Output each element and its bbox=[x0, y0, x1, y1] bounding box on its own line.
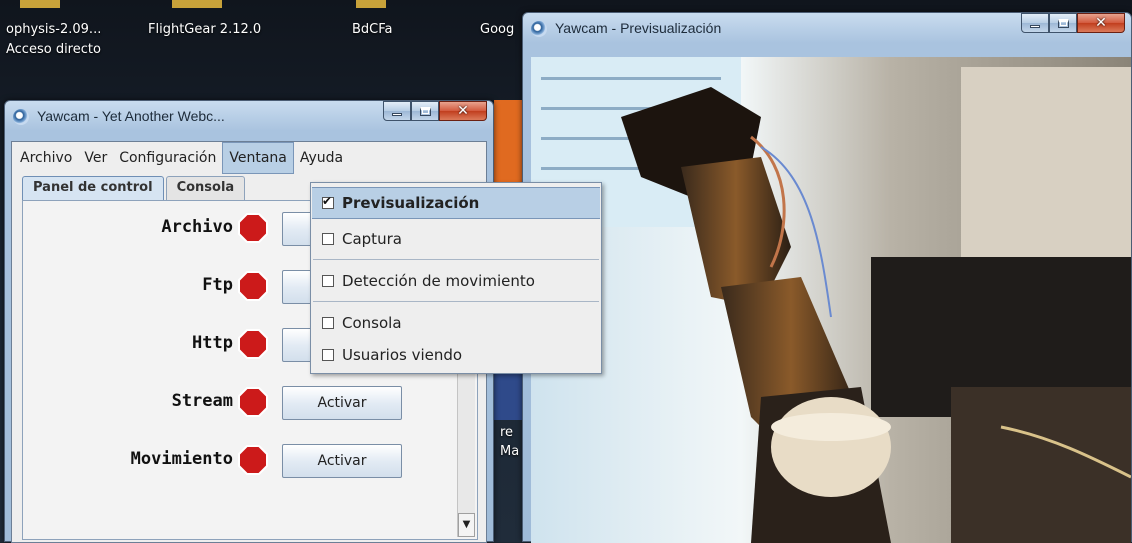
preview-window-title: Yawcam - Previsualización bbox=[555, 20, 722, 36]
maximize-icon bbox=[419, 106, 431, 116]
row-label: Movimiento bbox=[130, 449, 233, 469]
stop-status-icon bbox=[238, 445, 268, 475]
menu-item-label: Previsualización bbox=[342, 194, 480, 212]
yawcam-app-icon bbox=[13, 109, 29, 125]
minimize-icon bbox=[392, 112, 402, 116]
activate-button[interactable]: Activar bbox=[282, 386, 402, 420]
menu-ver[interactable]: Ver bbox=[78, 142, 113, 174]
webcam-frame bbox=[531, 57, 1131, 543]
desktop-shortcut-label[interactable]: Goog bbox=[480, 22, 514, 38]
menu-item-previsualizacion[interactable]: Previsualización bbox=[312, 187, 600, 219]
checkbox-icon bbox=[322, 275, 334, 287]
menu-item-deteccion-de-movimiento[interactable]: Detección de movimiento bbox=[312, 265, 600, 297]
close-button[interactable]: ✕ bbox=[439, 101, 487, 121]
menu-item-label: Detección de movimiento bbox=[342, 272, 535, 290]
ventana-dropdown-menu: Previsualización Captura Detección de mo… bbox=[310, 182, 602, 374]
checkbox-icon bbox=[322, 317, 334, 329]
menu-ayuda[interactable]: Ayuda bbox=[294, 142, 349, 174]
menu-configuracion[interactable]: Configuración bbox=[113, 142, 222, 174]
webcam-preview-image bbox=[531, 57, 1131, 543]
minimize-icon bbox=[1030, 24, 1040, 28]
checkbox-checked-icon bbox=[322, 194, 334, 209]
desktop-shortcut-label[interactable]: Acceso directo bbox=[6, 42, 101, 58]
maximize-icon bbox=[1057, 18, 1069, 28]
tab-strip: Panel de control Consola bbox=[22, 176, 247, 200]
menu-item-usuarios-viendo[interactable]: Usuarios viendo bbox=[312, 339, 600, 371]
desktop-shortcut-label[interactable]: re bbox=[500, 425, 513, 441]
tab-consola[interactable]: Consola bbox=[165, 176, 246, 200]
menu-item-label: Usuarios viendo bbox=[342, 346, 463, 364]
control-row-movimiento: Movimiento Activar bbox=[23, 439, 463, 479]
preview-window: Yawcam - Previsualización ✕ bbox=[522, 12, 1132, 543]
stop-status-icon bbox=[238, 329, 268, 359]
activate-button[interactable]: Activar bbox=[282, 444, 402, 478]
menu-separator bbox=[313, 259, 599, 260]
row-label: Archivo bbox=[161, 217, 233, 237]
yawcam-app-icon bbox=[531, 21, 547, 37]
desktop-icon-strip bbox=[172, 0, 222, 8]
row-label: Stream bbox=[171, 391, 233, 411]
stop-status-icon bbox=[238, 387, 268, 417]
control-titlebar[interactable]: Yawcam - Yet Another Webc... ✕ bbox=[5, 101, 493, 131]
row-label: Http bbox=[192, 333, 233, 353]
menu-item-captura[interactable]: Captura bbox=[312, 223, 600, 255]
desktop-shortcut-label[interactable]: Ma bbox=[500, 444, 519, 460]
row-label: Ftp bbox=[202, 275, 233, 295]
menu-bar: Archivo Ver Configuración Ventana Ayuda bbox=[12, 142, 486, 174]
maximize-button[interactable] bbox=[1049, 13, 1077, 33]
checkbox-icon bbox=[322, 233, 334, 245]
control-caption-buttons: ✕ bbox=[383, 101, 487, 121]
scroll-down-button[interactable]: ▼ bbox=[458, 513, 475, 537]
close-icon: ✕ bbox=[457, 103, 469, 119]
menu-item-label: Captura bbox=[342, 230, 402, 248]
stop-status-icon bbox=[238, 213, 268, 243]
control-row-stream: Stream Activar bbox=[23, 381, 463, 421]
stop-status-icon bbox=[238, 271, 268, 301]
desktop-shortcut-label[interactable]: FlightGear 2.12.0 bbox=[148, 22, 261, 38]
menu-archivo[interactable]: Archivo bbox=[14, 142, 78, 174]
menu-separator bbox=[313, 301, 599, 302]
desktop-shortcut-label[interactable]: ophysis-2.09... bbox=[6, 22, 101, 38]
desktop-shortcut-label[interactable]: BdCFa bbox=[352, 22, 393, 38]
close-icon: ✕ bbox=[1095, 15, 1107, 31]
close-button[interactable]: ✕ bbox=[1077, 13, 1125, 33]
minimize-button[interactable] bbox=[1021, 13, 1049, 33]
menu-item-consola[interactable]: Consola bbox=[312, 307, 600, 339]
checkbox-icon bbox=[322, 349, 334, 361]
preview-caption-buttons: ✕ bbox=[1021, 13, 1125, 33]
preview-titlebar[interactable]: Yawcam - Previsualización ✕ bbox=[523, 13, 1131, 43]
menu-ventana[interactable]: Ventana bbox=[222, 142, 294, 174]
maximize-button[interactable] bbox=[411, 101, 439, 121]
desktop-icon-strip bbox=[356, 0, 386, 8]
minimize-button[interactable] bbox=[383, 101, 411, 121]
tab-panel-de-control[interactable]: Panel de control bbox=[22, 176, 164, 200]
desktop-icon-strip bbox=[20, 0, 60, 8]
menu-item-label: Consola bbox=[342, 314, 402, 332]
control-window-title: Yawcam - Yet Another Webc... bbox=[37, 108, 225, 124]
